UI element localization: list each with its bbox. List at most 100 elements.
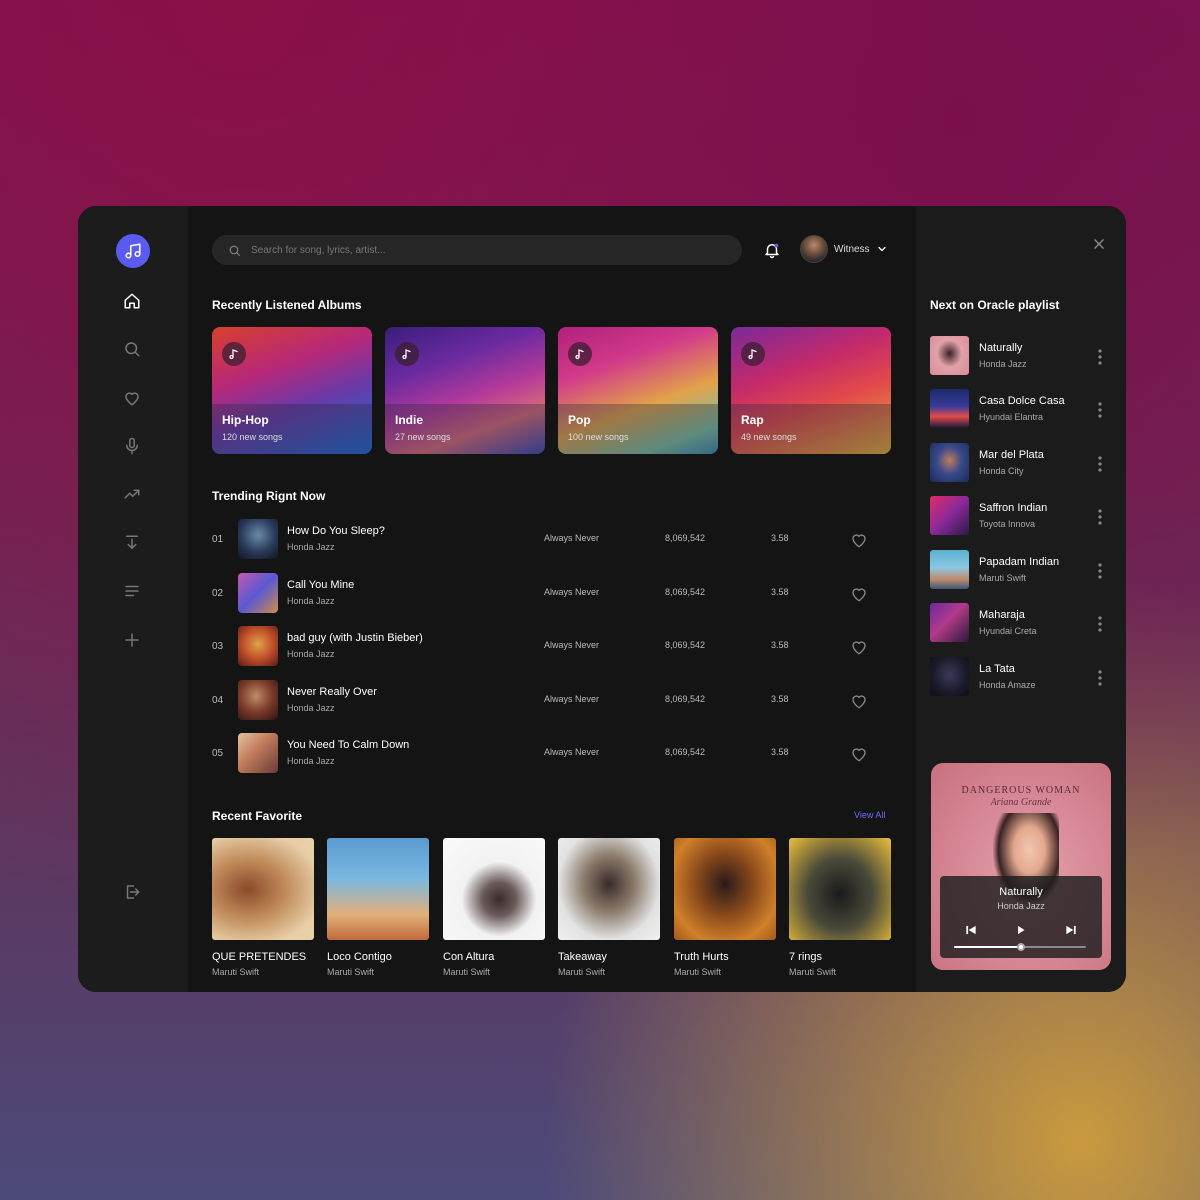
home-icon — [124, 293, 140, 309]
favorite-title: Loco Contigo — [327, 951, 392, 963]
more-options-button[interactable] — [1096, 615, 1104, 633]
track-row[interactable]: 04 Never Really Over Honda Jazz Always N… — [212, 678, 872, 722]
like-button[interactable] — [850, 585, 868, 603]
previous-button[interactable] — [964, 923, 978, 937]
user-name: Witness — [834, 243, 870, 255]
cover-script: Ariana Grande — [990, 797, 1052, 808]
logout-icon — [126, 885, 140, 899]
track-plays: 8,069,542 — [665, 747, 706, 757]
favorite-card[interactable]: 7 rings Maruti Swift — [789, 838, 891, 977]
favorite-card[interactable]: Con Altura Maruti Swift — [443, 838, 545, 977]
up-next-cover — [930, 389, 969, 428]
more-vertical-icon — [1098, 670, 1102, 686]
favorite-title: Takeaway — [558, 951, 607, 963]
up-next-item[interactable]: Papadam Indian Maruti Swift — [930, 550, 1115, 590]
album-card-rap[interactable]: Rap 49 new songs — [731, 327, 891, 454]
sidebar-item-search[interactable] — [122, 339, 142, 359]
heart-icon — [852, 641, 866, 655]
up-next-item[interactable]: Mar del Plata Honda City — [930, 443, 1115, 483]
heart-icon — [852, 695, 866, 709]
up-next-cover — [930, 603, 969, 642]
more-options-button[interactable] — [1096, 562, 1104, 580]
album-card-pop[interactable]: Pop 100 new songs — [558, 327, 718, 454]
more-options-button[interactable] — [1096, 348, 1104, 366]
sidebar-item-trending[interactable] — [122, 484, 142, 504]
more-options-button[interactable] — [1096, 508, 1104, 526]
download-icon — [126, 535, 138, 549]
more-vertical-icon — [1098, 456, 1102, 472]
up-next-item-title: Naturally — [979, 342, 1023, 354]
track-number: 04 — [212, 695, 224, 706]
like-button[interactable] — [850, 692, 868, 710]
now-playing-card: DANGEROUS WOMAN Ariana Grande Naturally … — [931, 763, 1111, 970]
progress-bar[interactable] — [954, 943, 1086, 951]
play-icon — [1018, 925, 1025, 935]
avatar — [800, 235, 828, 263]
like-button[interactable] — [850, 531, 868, 549]
up-next-item-artist: Hyundai Elantra — [979, 412, 1044, 422]
sidebar-item-download[interactable] — [122, 533, 142, 553]
track-name: Call You Mine — [287, 579, 355, 591]
logout-button[interactable] — [122, 882, 142, 902]
track-row[interactable]: 05 You Need To Calm Down Honda Jazz Alwa… — [212, 731, 872, 775]
track-plays: 8,069,542 — [665, 587, 706, 597]
search-bar[interactable] — [212, 235, 742, 265]
sidebar-item-playlist[interactable] — [122, 581, 142, 601]
user-menu[interactable]: Witness — [800, 235, 888, 263]
track-cover — [238, 519, 278, 559]
album-card-hiphop[interactable]: Hip-Hop 120 new songs — [212, 327, 372, 454]
sidebar-item-home[interactable] — [122, 291, 142, 311]
album-card-subtitle: 120 new songs — [222, 432, 283, 442]
track-artist: Honda Jazz — [287, 756, 335, 766]
favorite-artist: Maruti Swift — [212, 967, 260, 977]
play-button[interactable] — [1014, 923, 1028, 937]
favorite-card[interactable]: Takeaway Maruti Swift — [558, 838, 660, 977]
up-next-item[interactable]: Casa Dolce Casa Hyundai Elantra — [930, 389, 1115, 429]
track-cover — [238, 680, 278, 720]
more-options-button[interactable] — [1096, 669, 1104, 687]
album-card-indie[interactable]: Indie 27 new songs — [385, 327, 545, 454]
more-vertical-icon — [1098, 563, 1102, 579]
like-button[interactable] — [850, 638, 868, 656]
track-row[interactable]: 03 bad guy (with Justin Bieber) Honda Ja… — [212, 624, 872, 668]
close-button[interactable] — [1092, 237, 1106, 251]
up-next-item-title: Casa Dolce Casa — [979, 395, 1065, 407]
track-row[interactable]: 02 Call You Mine Honda Jazz Always Never… — [212, 571, 872, 615]
up-next-item[interactable]: Naturally Honda Jazz — [930, 336, 1115, 376]
like-button[interactable] — [850, 745, 868, 763]
album-card-title: Indie — [395, 413, 424, 427]
list-icon — [125, 585, 139, 597]
sidebar-item-favorites[interactable] — [122, 388, 142, 408]
next-button[interactable] — [1064, 923, 1078, 937]
track-name: bad guy (with Justin Bieber) — [287, 632, 423, 644]
track-cover — [238, 573, 278, 613]
sidebar-item-add[interactable] — [122, 630, 142, 650]
progress-knob[interactable] — [1017, 943, 1026, 951]
close-icon — [1094, 239, 1104, 249]
trending-icon — [124, 489, 140, 499]
track-row[interactable]: 01 How Do You Sleep? Honda Jazz Always N… — [212, 517, 872, 561]
favorite-card[interactable]: QUE PRETENDES Maruti Swift — [212, 838, 314, 977]
album-card-title: Rap — [741, 413, 764, 427]
sidebar — [78, 206, 188, 992]
player-controls: Naturally Honda Jazz — [940, 876, 1102, 958]
more-options-button[interactable] — [1096, 455, 1104, 473]
favorite-title: 7 rings — [789, 951, 823, 963]
track-duration: 3.58 — [771, 533, 789, 543]
track-duration: 3.58 — [771, 587, 789, 597]
notifications-button[interactable] — [763, 241, 781, 259]
up-next-item[interactable]: Saffron Indian Toyota Innova — [930, 496, 1115, 536]
more-vertical-icon — [1098, 349, 1102, 365]
music-note-icon — [568, 342, 592, 366]
up-next-item[interactable]: Maharaja Hyundai Creta — [930, 603, 1115, 643]
view-all-link[interactable]: View All — [854, 810, 885, 820]
trending-title: Trending Rignt Now — [212, 489, 326, 503]
app-logo[interactable] — [116, 234, 150, 268]
favorite-card[interactable]: Loco Contigo Maruti Swift — [327, 838, 429, 977]
search-input[interactable] — [251, 244, 711, 256]
favorite-card[interactable]: Truth Hurts Maruti Swift — [674, 838, 776, 977]
up-next-item[interactable]: La Tata Honda Amaze — [930, 657, 1115, 697]
more-options-button[interactable] — [1096, 401, 1104, 419]
track-cover — [238, 626, 278, 666]
sidebar-item-microphone[interactable] — [122, 436, 142, 456]
